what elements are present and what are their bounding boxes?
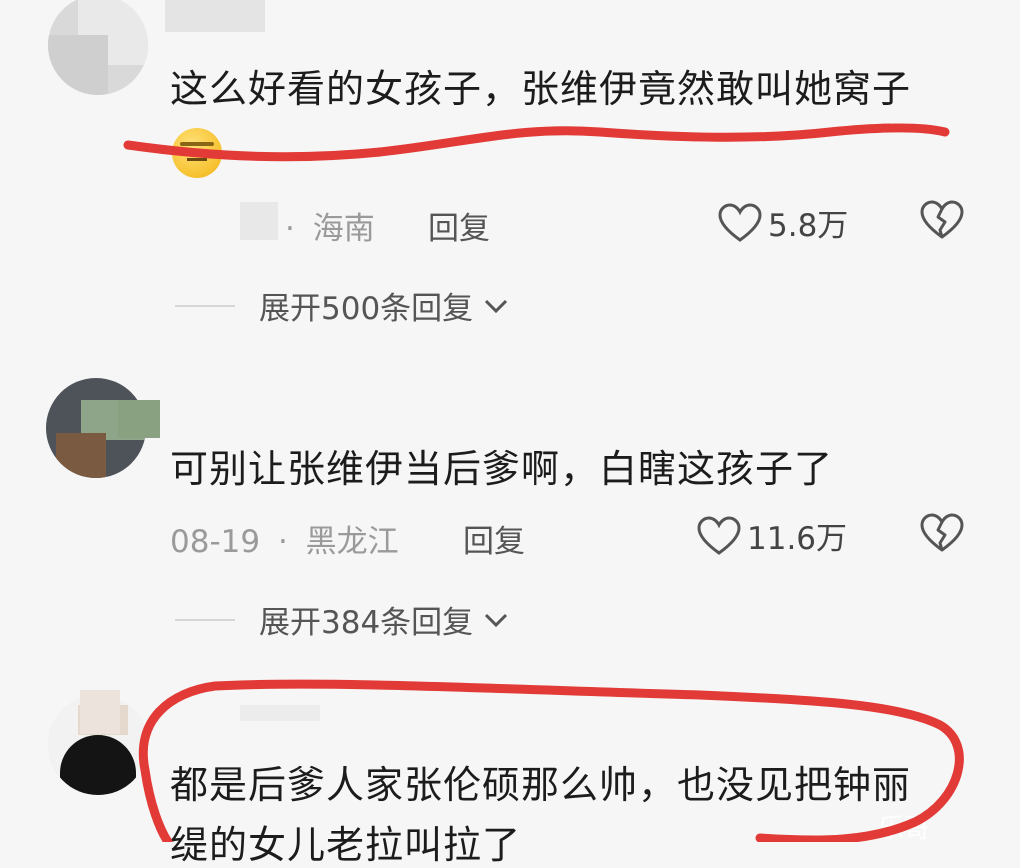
expressionless-emoji-icon (172, 128, 222, 178)
username-mosaic (118, 400, 160, 438)
reply-button[interactable]: 回复 (428, 203, 490, 248)
chevron-down-icon (485, 299, 508, 313)
dislike-button[interactable] (920, 513, 964, 557)
dislike-button[interactable] (920, 200, 964, 244)
comment-text: 都是后爹人家张伦硕那么帅，也没见把钟丽 (170, 763, 912, 807)
comment-meta: · 海南 (285, 203, 383, 248)
red-underline-stroke (123, 123, 950, 162)
date-mosaic (240, 202, 278, 240)
chevron-down-icon (485, 613, 508, 627)
expand-label: 展开500条回复 (259, 291, 474, 327)
like-count: 5.8万 (768, 208, 849, 244)
broken-heart-icon (920, 200, 964, 239)
expand-label: 展开384条回复 (259, 605, 474, 641)
divider-line (175, 304, 235, 307)
expand-replies-button[interactable]: 展开384条回复 (175, 597, 511, 642)
comment-meta: 08-19 · 黑龙江 (170, 516, 407, 561)
heart-icon (718, 202, 762, 242)
comment-text: 这么好看的女孩子，张维伊竟然敢叫她窝子 (170, 67, 912, 111)
broken-heart-icon (920, 513, 964, 552)
comment-text-continued: 缇的女儿老拉叫拉了 (170, 823, 522, 867)
watermark: 乐哥 (878, 814, 931, 844)
avatar[interactable] (48, 0, 148, 95)
expand-replies-button[interactable]: 展开500条回复 (175, 283, 511, 328)
divider-line (175, 618, 235, 621)
reply-button[interactable]: 回复 (463, 516, 525, 561)
comment-text: 可别让张维伊当后爹啊，白瞎这孩子了 (170, 447, 834, 491)
username-mosaic (240, 705, 320, 721)
meta-separator: · (277, 524, 288, 560)
heart-icon (697, 515, 741, 555)
meta-separator: · (285, 211, 295, 247)
like-button[interactable]: 5.8万 (718, 200, 848, 245)
like-button[interactable]: 11.6万 (697, 513, 847, 558)
comment-location: 海南 (312, 211, 375, 247)
username-mosaic (165, 0, 265, 32)
comment-location: 黑龙江 (305, 524, 399, 560)
comment-date: 08-19 (170, 524, 261, 560)
username-mosaic (80, 690, 120, 734)
like-count: 11.6万 (747, 521, 848, 557)
